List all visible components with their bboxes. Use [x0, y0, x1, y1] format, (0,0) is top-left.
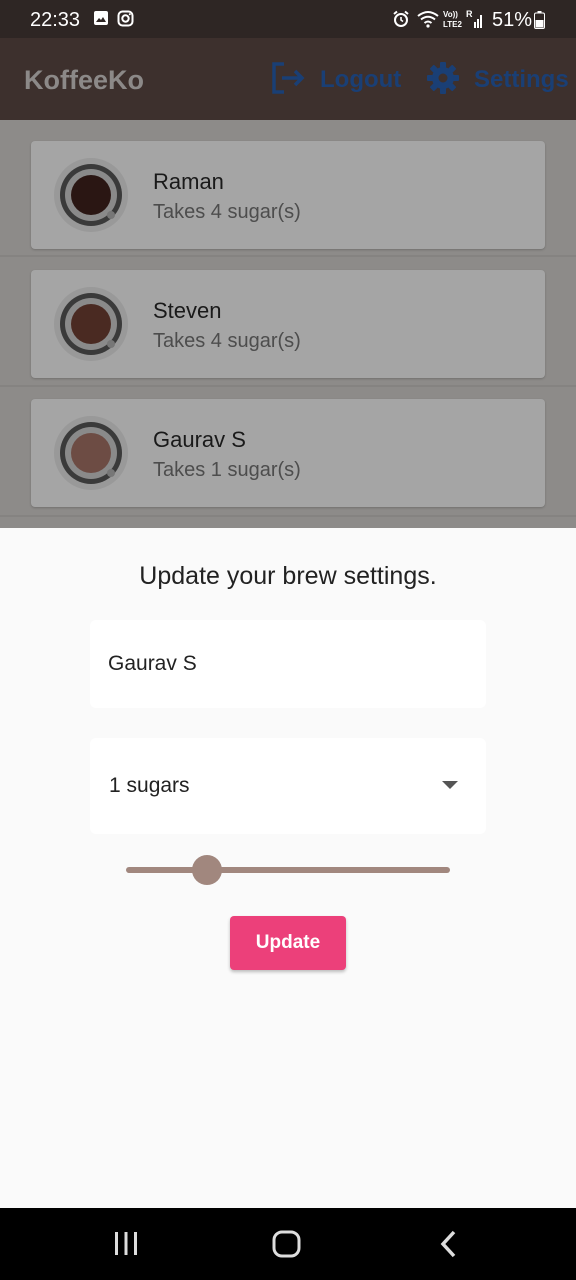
brew-list: Raman Takes 4 sugar(s) Steven Takes 4 su…: [0, 120, 576, 528]
wood-plank-line: [0, 515, 576, 517]
update-button[interactable]: Update: [230, 916, 346, 970]
instagram-icon: [117, 10, 134, 32]
status-bar: 22:33 Vo)) LTE2 R 51%: [0, 0, 576, 38]
list-item-name: Gaurav S: [153, 427, 246, 452]
settings-label: Settings: [474, 66, 569, 93]
name-input[interactable]: [90, 620, 486, 708]
coffee-cup-avatar: [53, 157, 129, 233]
gear-icon: [426, 61, 460, 100]
list-item[interactable]: Gaurav S Takes 1 sugar(s): [31, 399, 545, 507]
logout-button[interactable]: Logout: [270, 60, 401, 100]
status-time: 22:33: [30, 9, 81, 31]
svg-text:R: R: [466, 9, 473, 19]
battery-icon: [534, 11, 545, 34]
list-item[interactable]: Raman Takes 4 sugar(s): [31, 141, 545, 249]
svg-text:Vo)): Vo)): [443, 10, 458, 19]
logout-icon: [270, 61, 306, 100]
wifi-icon: [416, 10, 440, 33]
back-icon[interactable]: [436, 1228, 462, 1265]
list-item-subtitle: Takes 4 sugar(s): [153, 201, 301, 223]
wood-plank-line: [0, 255, 576, 257]
slider-thumb[interactable]: [192, 855, 222, 885]
settings-bottom-sheet: Update your brew settings. 1 sugars Upda…: [0, 528, 576, 1208]
list-item[interactable]: Steven Takes 4 sugar(s): [31, 270, 545, 378]
name-field[interactable]: [90, 620, 486, 708]
app-title: KoffeeKo: [24, 65, 144, 95]
sheet-title: Update your brew settings.: [139, 562, 437, 590]
app-bar: KoffeeKo Logout Settings: [0, 38, 576, 120]
list-item-subtitle: Takes 1 sugar(s): [153, 459, 301, 481]
sugars-dropdown-value: 1 sugars: [109, 774, 190, 797]
wood-plank-line: [0, 385, 576, 387]
home-icon[interactable]: [270, 1228, 304, 1265]
alarm-icon: [392, 10, 410, 33]
coffee-cup-avatar: [53, 286, 129, 362]
logout-label: Logout: [320, 66, 402, 93]
settings-button[interactable]: Settings: [426, 60, 569, 100]
recents-icon[interactable]: [112, 1228, 140, 1265]
list-item-subtitle: Takes 4 sugar(s): [153, 330, 301, 352]
strength-slider[interactable]: [126, 854, 450, 886]
gallery-icon: [93, 10, 109, 31]
battery-percent: 51%: [492, 9, 533, 31]
dropdown-arrow-icon: [442, 781, 458, 789]
slider-track[interactable]: [126, 867, 450, 873]
svg-text:LTE2: LTE2: [443, 20, 463, 29]
volte-icon: Vo)) LTE2: [442, 9, 466, 34]
sugars-dropdown[interactable]: 1 sugars: [90, 738, 486, 834]
navigation-bar: [0, 1208, 576, 1280]
coffee-cup-avatar: [53, 415, 129, 491]
list-item-name: Raman: [153, 169, 224, 194]
list-item-name: Steven: [153, 298, 222, 323]
signal-icon: R: [466, 8, 484, 35]
